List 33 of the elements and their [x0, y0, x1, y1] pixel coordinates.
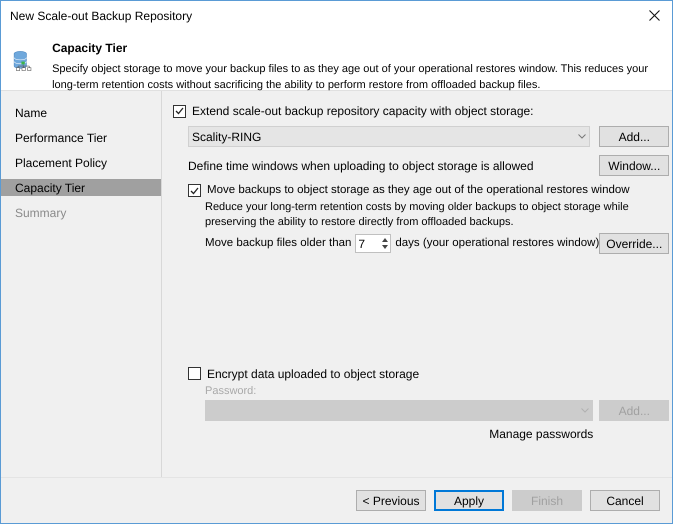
move-label: Move backups to object storage as they age out of the operational restores window	[207, 183, 630, 198]
header-title: Capacity Tier	[52, 40, 128, 57]
wizard-step[interactable]: Placement Policy	[1, 154, 161, 171]
password-label: Password:	[204, 384, 258, 398]
close-icon[interactable]	[649, 10, 660, 21]
wizard-button[interactable]: < Previous	[356, 490, 426, 511]
wizard-button[interactable]: Apply	[434, 490, 504, 511]
spinner-arrows-icon[interactable]	[380, 236, 390, 252]
days-prefix-label: Move backup files older than	[205, 236, 352, 252]
move-description: Reduce your long-term retention costs by moving older backups to object storage while preserving the ability to restore directly from offloaded backups.	[204, 200, 630, 230]
days-suffix-label: days (your operational restores window)	[395, 236, 600, 252]
encrypt-checkbox[interactable]	[188, 367, 201, 380]
time-window-label: Define time windows when uploading to object storage is allowed	[188, 158, 534, 174]
chevron-down-icon	[581, 408, 590, 413]
storage-dropdown[interactable]: Scality-RING	[188, 126, 590, 147]
wizard-step[interactable]: Performance Tier	[1, 129, 161, 146]
manage-passwords-link[interactable]: Manage passwords	[489, 425, 594, 443]
encrypt-label: Encrypt data uploaded to object storage	[207, 366, 420, 382]
add-storage-button[interactable]: Add...	[599, 126, 670, 147]
extend-label: Extend scale-out backup repository capacity with object storage:	[192, 103, 534, 120]
wizard-step[interactable]: Name	[1, 104, 161, 121]
window-button[interactable]: Window...	[599, 155, 670, 176]
window-title: New Scale-out Backup Repository	[10, 8, 192, 24]
checkmark-icon	[175, 107, 184, 115]
wizard-step[interactable]: Capacity Tier	[1, 179, 161, 196]
days-spinner[interactable]: 7	[355, 234, 392, 254]
wizard-button[interactable]: Cancel	[590, 490, 660, 511]
chevron-down-icon	[578, 134, 586, 139]
checkmark-icon	[190, 186, 199, 195]
extend-checkbox[interactable]	[173, 104, 186, 118]
move-checkbox[interactable]	[188, 184, 201, 198]
override-button[interactable]: Override...	[599, 233, 670, 254]
header-description: Specify object storage to move your backup files to as they age out of your operational restores window. This reduces your long-term retention costs without sacrificing the ability to perform restore from offloaded backup files.	[52, 62, 650, 93]
